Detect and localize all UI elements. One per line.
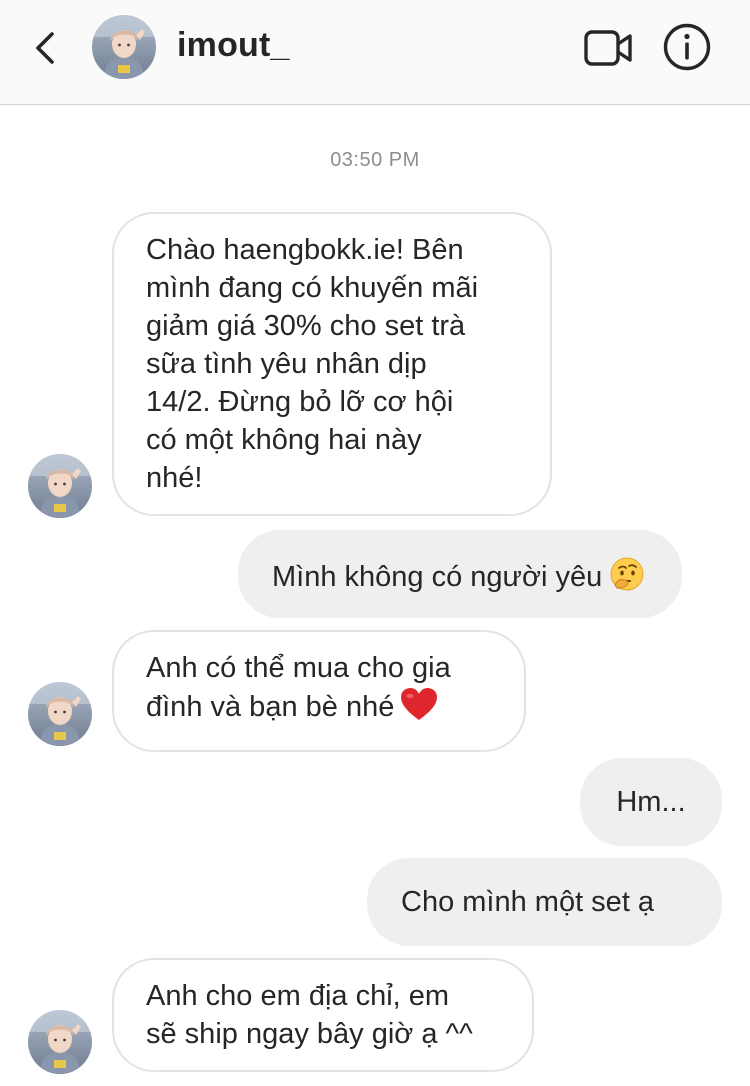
message-line: mình đang có khuyến mãi [146, 272, 479, 304]
thinking-face-emoji [608, 555, 646, 603]
message-text: Cho mình một set ạ [401, 886, 655, 918]
info-button[interactable] [662, 22, 712, 72]
message-line: Anh cho em địa chỉ, em [146, 980, 450, 1012]
back-button[interactable] [24, 22, 68, 74]
incoming-message-bubble[interactable]: Anh có thể mua cho gia đình và bạn bè nh… [112, 630, 526, 752]
sender-avatar[interactable] [28, 454, 92, 518]
chat-header: imout_ [0, 0, 750, 105]
message-line: Chào haengbokk.ie! Bên [146, 234, 464, 266]
message-line: nhé! [146, 462, 203, 494]
outgoing-message-bubble[interactable]: Mình không có người yêu [238, 530, 683, 618]
avatar[interactable] [92, 15, 156, 79]
red-heart-emoji [400, 687, 438, 733]
chevron-left-icon [36, 32, 54, 64]
message-line: 14/2. Đừng bỏ lỡ cơ hội [146, 386, 454, 418]
message-line: Anh có thể mua cho gia [146, 652, 451, 684]
incoming-message-bubble[interactable]: Chào haengbokk.ie! Bên mình đang có khuy… [112, 212, 552, 516]
outgoing-message-bubble[interactable]: Hm... [580, 758, 722, 846]
message-line: đình và bạn bè nhé [146, 687, 492, 733]
message-line: sẽ ship ngay bây giờ ạ ^^ [146, 1018, 473, 1050]
incoming-message-bubble[interactable]: Anh cho em địa chỉ, em sẽ ship ngay bây … [112, 958, 534, 1072]
message-line: có một không hai này [146, 424, 422, 456]
sender-avatar[interactable] [28, 682, 92, 746]
chat-username[interactable]: imout_ [177, 26, 290, 65]
message-text: Hm... [616, 786, 686, 818]
video-call-button[interactable] [580, 26, 636, 70]
message-text: Mình không có người yêu [272, 561, 603, 593]
sender-avatar[interactable] [28, 1010, 92, 1074]
message-timestamp: 03:50 PM [330, 149, 420, 171]
message-line: sữa tình yêu nhân dịp [146, 348, 427, 380]
outgoing-message-bubble[interactable]: Cho mình một set ạ [367, 858, 722, 946]
message-line: giảm giá 30% cho set trà [146, 310, 466, 342]
video-camera-icon [584, 30, 632, 66]
info-icon [663, 23, 711, 71]
